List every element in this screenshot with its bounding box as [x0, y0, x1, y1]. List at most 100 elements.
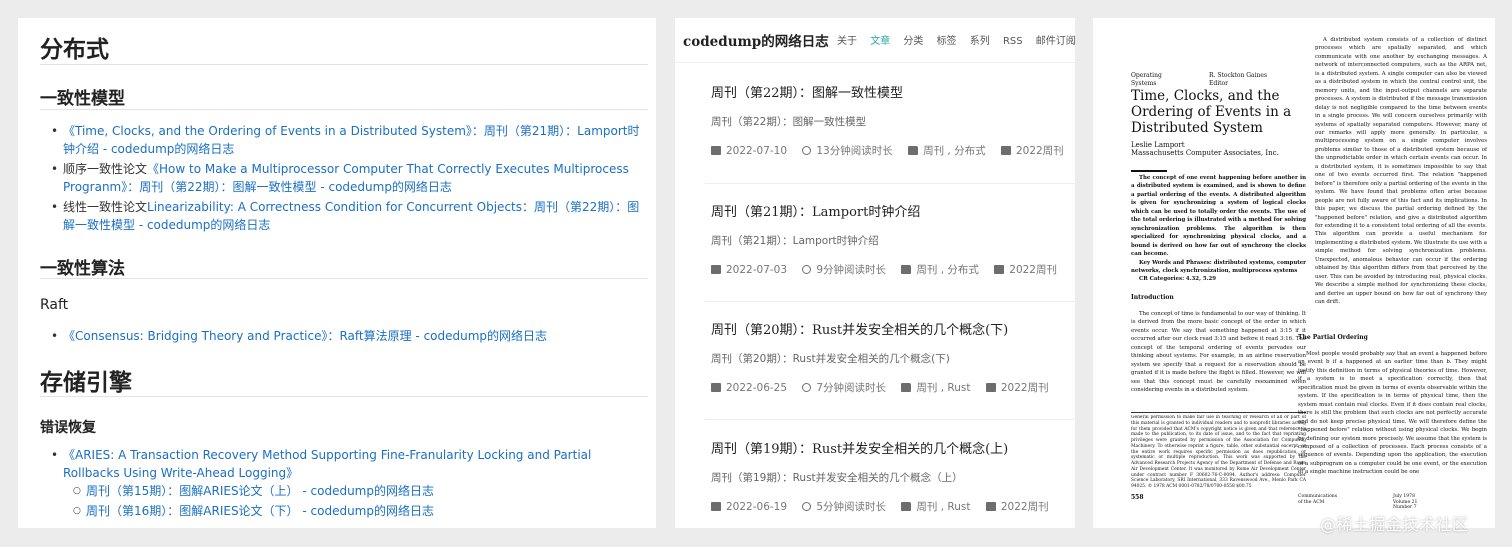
paper-link[interactable]: 《Consensus: Bridging Theory and Practice… [63, 329, 547, 343]
post-series[interactable]: 2022周刊 [1001, 382, 1049, 394]
consistency-model-list: 《Time, Clocks, and the Ordering of Event… [40, 122, 640, 234]
post-title[interactable]: 周刊（第22期）：图解一致性模型 [711, 82, 1071, 101]
watermark: @稀土掘金技术社区 [1320, 515, 1469, 534]
list-item: 周刊（第16期）：图解ARIES论文（下） - codedump的网络日志 [40, 502, 640, 520]
paper-title: Time, Clocks, and the Ordering of Events… [1131, 88, 1292, 136]
post-title[interactable]: 周刊（第20期）：Rust并发安全相关的几个概念(下) [711, 319, 1071, 338]
nav-item-about[interactable]: 关于 [837, 36, 857, 47]
post-card: 周刊（第19期）：Rust并发安全相关的几个概念(上) 周刊（第19期）：Rus… [711, 438, 1071, 514]
paper-footer-journal: Communications of the ACM [1298, 494, 1338, 505]
post-series[interactable]: 2022周刊 [1016, 145, 1064, 157]
list-item: 周刊（第15期）：图解ARIES论文（上） - codedump的网络日志 [40, 482, 640, 500]
post-series[interactable]: 2022周刊 [1009, 264, 1057, 276]
post-date: 2022-06-25 [726, 382, 788, 394]
paper-link[interactable]: 《Time, Clocks, and the Ordering of Event… [63, 124, 639, 156]
clock-icon [802, 146, 812, 155]
post-categories[interactable]: 周刊 , Rust [916, 501, 970, 513]
paper-page-panel: Operating Systems R. Stockton Gaines Edi… [1093, 18, 1495, 528]
list-icon [985, 502, 996, 511]
post-summary: 周刊（第19期）：Rust并发安全相关的几个概念（上） [711, 472, 963, 484]
nav-item-series[interactable]: 系列 [970, 36, 990, 47]
folder-icon [901, 383, 912, 392]
paper-intro-block: The concept of time is fundamental to ou… [1131, 310, 1306, 410]
post-link[interactable]: 周刊（第15期）：图解ARIES论文（上） - codedump的网络日志 [86, 484, 434, 498]
paper-author: Leslie Lamport [1131, 141, 1185, 149]
aries-list: 《ARIES: A Transaction Recovery Method Su… [40, 446, 640, 482]
calendar-icon [711, 502, 721, 511]
paper-department: Operating Systems [1131, 72, 1162, 87]
section-heading-distributed: 分布式 [40, 37, 109, 63]
post-link[interactable]: 周刊（第16期）：图解ARIES论文（下） - codedump的网络日志 [86, 504, 434, 518]
divider [705, 183, 1075, 184]
section-heading-storage-engine: 存储引擎 [40, 370, 132, 396]
divider [705, 419, 1075, 420]
nav-item-categories[interactable]: 分类 [903, 36, 923, 47]
clock-icon [802, 265, 812, 274]
paper-body-text: A distributed system consists of a colle… [1315, 37, 1487, 306]
paper-editor: R. Stockton Gaines Editor [1209, 72, 1268, 87]
post-title[interactable]: 周刊（第19期）：Rust并发安全相关的几个概念(上) [711, 438, 1071, 457]
paper-page-number: 558 [1131, 494, 1144, 501]
post-date: 2022-06-19 [726, 501, 788, 513]
post-card: 周刊（第21期）：Lamport时钟介绍 周刊（第21期）：Lamport时钟介… [711, 201, 1071, 277]
divider [1131, 412, 1306, 413]
paper-link[interactable]: Linearizability: A Correctness Condition… [63, 200, 639, 232]
post-summary: 周刊（第21期）：Lamport时钟介绍 [711, 235, 879, 247]
calendar-icon [711, 265, 721, 274]
list-icon [985, 383, 996, 392]
paper-footnote: General permission to make fair use in t… [1131, 415, 1306, 489]
top-nav: 关于 文章 分类 标签 系列 RSS 邮件订阅 [837, 32, 1075, 47]
nav-item-rss[interactable]: RSS [1003, 36, 1023, 47]
divider [1131, 170, 1167, 172]
paper-abstract-block: The concept of one event happening befor… [1131, 174, 1306, 306]
divider [705, 301, 1075, 302]
list-item-label: 顺序一致性论文 [63, 162, 148, 176]
paper-footnote-block: General permission to make fair use in t… [1131, 415, 1306, 507]
paper-intro-heading: Introduction [1131, 294, 1174, 301]
post-series[interactable]: 2022周刊 [1001, 501, 1049, 513]
list-item: 《Time, Clocks, and the Ordering of Event… [40, 122, 640, 158]
paper-intro: The concept of time is fundamental to ou… [1131, 311, 1306, 394]
list-item: 《Consensus: Bridging Theory and Practice… [40, 327, 640, 345]
post-meta: 2022-07-03 9分钟阅读时长 周刊 , 分布式 2022周刊 [711, 262, 1071, 277]
calendar-icon [711, 383, 721, 392]
clock-icon [802, 383, 812, 392]
subheading-consistency-algorithms: 一致性算法 [40, 259, 125, 279]
paper-abstract: The concept of one event happening befor… [1131, 175, 1306, 258]
reading-list-panel: 分布式 一致性模型 《Time, Clocks, and the Orderin… [18, 18, 656, 528]
read-time: 9分钟阅读时长 [816, 264, 887, 276]
site-brand[interactable]: codedump的网络日志 [683, 30, 829, 50]
raft-heading: Raft [40, 297, 69, 313]
paper-partial-ordering-heading: The Partial Ordering [1298, 334, 1368, 341]
post-meta: 2022-06-19 5分钟阅读时长 周刊 , Rust 2022周刊 [711, 499, 1071, 514]
divider [40, 64, 648, 65]
post-summary: 周刊（第20期）：Rust并发安全相关的几个概念(下) [711, 353, 950, 365]
post-meta: 2022-07-10 13分钟阅读时长 周刊 , 分布式 2022周刊 [711, 143, 1071, 158]
post-card: 周刊（第22期）：图解一致性模型 周刊（第22期）：图解一致性模型 2022-0… [711, 82, 1071, 158]
calendar-icon [711, 146, 721, 155]
paper-body-text: Most people would probably say that an e… [1298, 351, 1487, 476]
list-item: 顺序一致性论文《How to Make a Multiprocessor Com… [40, 160, 640, 196]
paper-link[interactable]: 《ARIES: A Transaction Recovery Method Su… [63, 448, 591, 480]
post-categories[interactable]: 周刊 , 分布式 [916, 264, 979, 276]
post-categories[interactable]: 周刊 , 分布式 [923, 145, 986, 157]
paper-affiliation: Massachusetts Computer Associates, Inc. [1131, 149, 1279, 157]
raft-list: 《Consensus: Bridging Theory and Practice… [40, 327, 640, 345]
nav-item-articles[interactable]: 文章 [870, 36, 890, 47]
subheading-consistency-model: 一致性模型 [40, 89, 125, 109]
post-meta: 2022-06-25 7分钟阅读时长 周刊 , Rust 2022周刊 [711, 380, 1071, 395]
post-categories[interactable]: 周刊 , Rust [916, 382, 970, 394]
divider [40, 396, 648, 397]
paper-link[interactable]: 《How to Make a Multiprocessor Computer T… [63, 162, 629, 194]
paper-right-column: A distributed system consists of a colle… [1315, 36, 1487, 326]
read-time: 7分钟阅读时长 [816, 382, 887, 394]
post-title[interactable]: 周刊（第21期）：Lamport时钟介绍 [711, 201, 1071, 220]
divider [40, 278, 648, 279]
post-date: 2022-07-03 [726, 264, 788, 276]
nav-item-subscribe[interactable]: 邮件订阅 [1036, 36, 1075, 47]
nav-item-tags[interactable]: 标签 [937, 36, 957, 47]
paper-keywords: Key Words and Phrases: distributed syste… [1131, 259, 1306, 274]
list-item: 线性一致性论文Linearizability: A Correctness Co… [40, 198, 640, 234]
folder-icon [908, 146, 919, 155]
paper-right-column-2: Most people would probably say that an e… [1298, 350, 1487, 490]
